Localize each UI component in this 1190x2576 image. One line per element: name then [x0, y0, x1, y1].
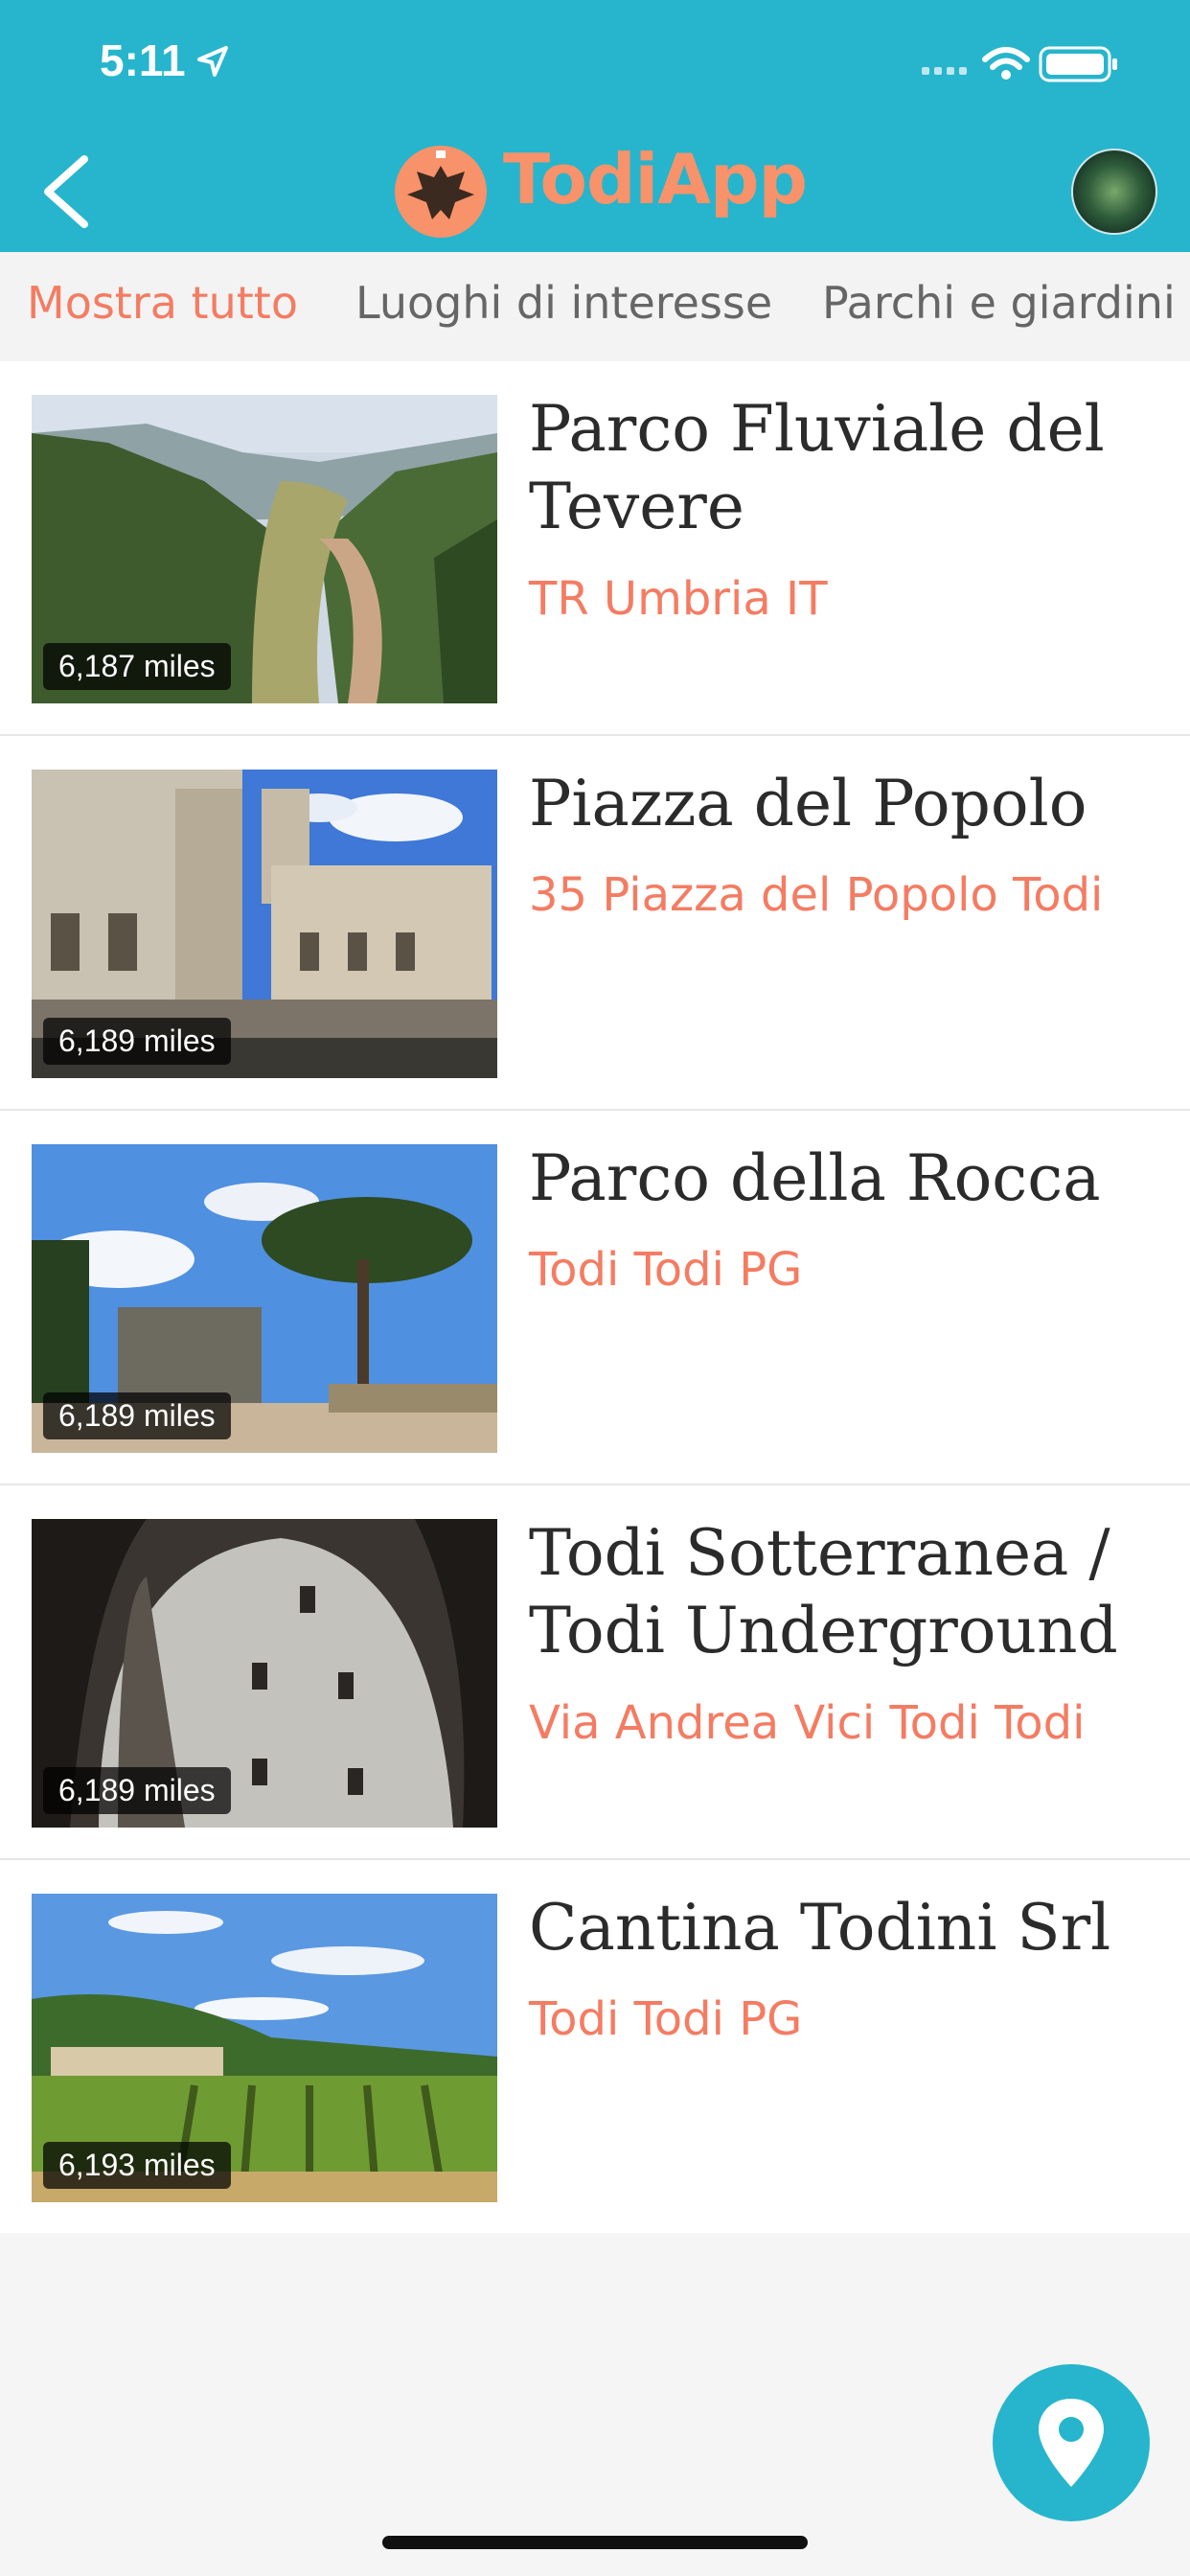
app-name: TodiApp: [503, 139, 808, 219]
list-item[interactable]: 6,193 miles Cantina Todini Srl Todi Todi…: [0, 1860, 1190, 2233]
map-pin-icon: [1039, 2399, 1104, 2487]
place-address: 35 Piazza del Popolo Todi: [529, 868, 1104, 922]
category-tabs: Mostra tutto Luoghi di interesse Parchi …: [0, 252, 1190, 361]
app-header: 5:11 TodiApp: [0, 0, 1190, 252]
distance-badge: 6,189 miles: [43, 1767, 231, 1814]
place-title: Piazza del Popolo: [529, 767, 1087, 840]
distance-badge: 6,189 miles: [43, 1392, 231, 1439]
place-address: TR Umbria IT: [529, 572, 828, 626]
wifi-icon: [982, 47, 1030, 80]
place-title: Parco della Rocca: [529, 1141, 1101, 1215]
distance-badge: 6,193 miles: [43, 2142, 231, 2189]
place-image: 6,189 miles: [32, 1144, 497, 1453]
status-indicators: [922, 42, 1133, 89]
chevron-left-icon: [44, 155, 88, 228]
status-time: 5:11: [100, 35, 186, 85]
tab-luoghi-di-interesse[interactable]: Luoghi di interesse: [355, 277, 772, 329]
places-list: 6,187 miles Parco Fluviale del Tevere TR…: [0, 361, 1190, 2233]
cellular-signal-icon: [922, 67, 967, 75]
place-title: Cantina Todini Srl: [529, 1891, 1111, 1965]
place-address: Via Andrea Vici Todi Todi: [529, 1696, 1086, 1750]
location-arrow-icon: [197, 46, 228, 77]
eagle-logo-icon: [395, 146, 487, 238]
app-logo: TodiApp: [388, 139, 808, 238]
distance-badge: 6,189 miles: [43, 1018, 231, 1065]
avatar[interactable]: [1071, 149, 1157, 235]
distance-badge: 6,187 miles: [43, 643, 231, 690]
place-image: 6,193 miles: [32, 1894, 497, 2202]
list-item[interactable]: 6,187 miles Parco Fluviale del Tevere TR…: [0, 361, 1190, 736]
home-indicator: [382, 2536, 808, 2549]
place-address: Todi Todi PG: [529, 1992, 803, 2046]
place-title: Todi Sotterranea / Todi Underground: [529, 1516, 1118, 1668]
place-address: Todi Todi PG: [529, 1243, 803, 1297]
place-title: Parco Fluviale del Tevere: [529, 392, 1105, 543]
back-button[interactable]: [34, 153, 102, 230]
list-item[interactable]: 6,189 miles Todi Sotterranea / Todi Unde…: [0, 1485, 1190, 1860]
list-item[interactable]: 6,189 miles Piazza del Popolo 35 Piazza …: [0, 736, 1190, 1111]
place-image: 6,189 miles: [32, 770, 497, 1078]
battery-icon: [1039, 46, 1117, 82]
place-image: 6,189 miles: [32, 1519, 497, 1828]
tab-mostra-tutto[interactable]: Mostra tutto: [27, 277, 298, 329]
map-button[interactable]: [993, 2364, 1150, 2521]
place-image: 6,187 miles: [32, 395, 497, 703]
list-item[interactable]: 6,189 miles Parco della Rocca Todi Todi …: [0, 1111, 1190, 1485]
tab-parchi-e-giardini[interactable]: Parchi e giardini: [822, 277, 1176, 329]
